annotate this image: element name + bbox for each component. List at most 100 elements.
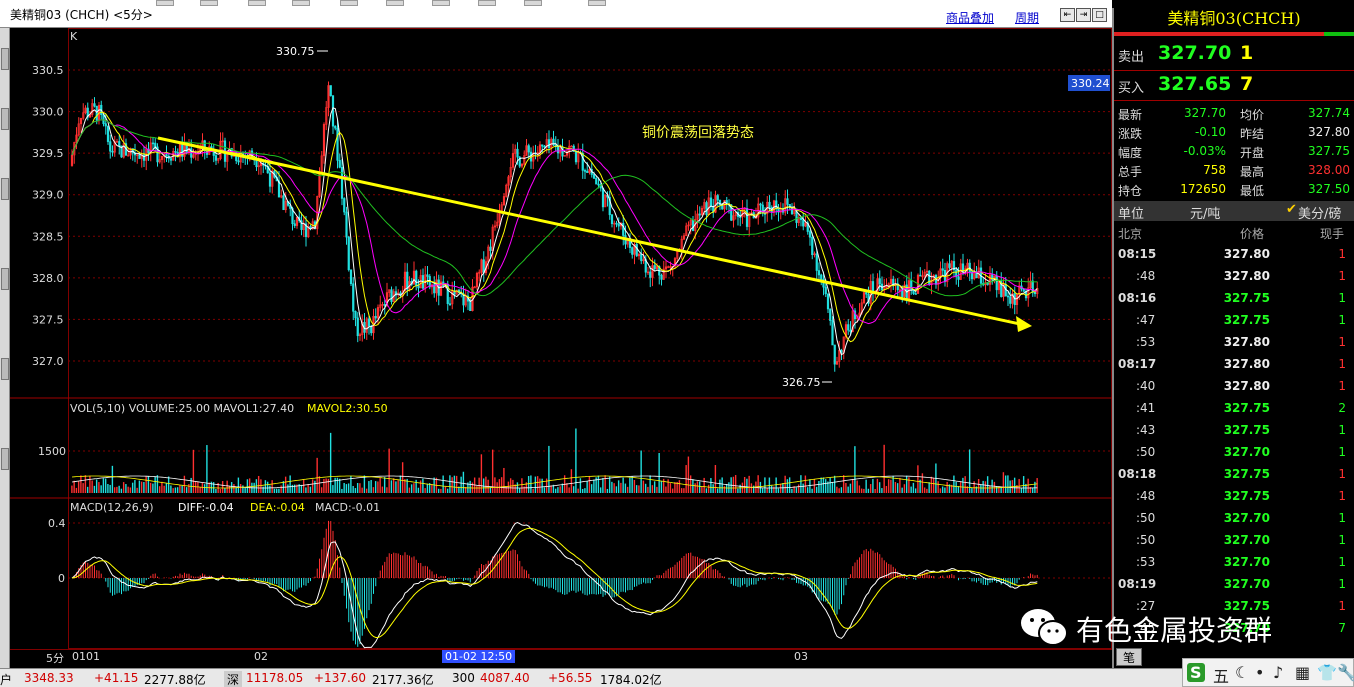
toolbar-stub-7[interactable] bbox=[432, 0, 450, 6]
volume-bar bbox=[644, 483, 647, 493]
volume-bar bbox=[797, 484, 800, 493]
volume-bar bbox=[829, 477, 831, 493]
sh-prefix: 户 bbox=[0, 673, 13, 687]
volume-bar bbox=[377, 481, 379, 493]
volume-bar bbox=[822, 477, 825, 493]
left-tab-1[interactable] bbox=[1, 48, 9, 70]
volume-bar bbox=[757, 475, 759, 493]
kline-chart-svg[interactable]: 330.5 330.0 329.5 329.0 328.5 328.0 327.5 327.0… bbox=[10, 28, 1112, 649]
nav-left-button[interactable]: ⇤ bbox=[1060, 8, 1075, 22]
volume-bar bbox=[914, 488, 917, 493]
candle-body bbox=[469, 300, 472, 312]
toolbar-stub-5[interactable] bbox=[340, 0, 358, 6]
trade-qty: 1 bbox=[1338, 357, 1346, 371]
candle-body bbox=[282, 195, 285, 211]
volume-bar bbox=[138, 480, 141, 493]
volume-bar bbox=[536, 476, 539, 493]
dot-icon[interactable]: • bbox=[1255, 663, 1264, 682]
unit-value[interactable]: 元/吨 bbox=[1190, 203, 1220, 222]
tab-bi[interactable]: 笔 bbox=[1116, 648, 1142, 666]
skin-icon[interactable]: 👕 bbox=[1317, 663, 1337, 682]
toolbar-stub-1[interactable] bbox=[156, 0, 174, 6]
volume-bar bbox=[136, 487, 138, 493]
volume-bar bbox=[863, 488, 865, 493]
candle-body bbox=[878, 278, 881, 285]
sz-label[interactable]: 深 bbox=[224, 671, 243, 687]
sogou-icon[interactable]: S bbox=[1187, 663, 1205, 682]
hs300-price: 4087.40 bbox=[480, 671, 530, 685]
volume-bar bbox=[658, 453, 660, 493]
moon-icon[interactable]: ☾ bbox=[1235, 663, 1249, 682]
sell-row[interactable]: 卖出 327.70 1 bbox=[1114, 40, 1354, 70]
volume-bar bbox=[674, 482, 676, 493]
volume-bar bbox=[480, 454, 483, 493]
volume-bar bbox=[973, 481, 975, 493]
buy-label: 买入 bbox=[1118, 81, 1145, 96]
time-label-0101: 0101 bbox=[72, 650, 100, 663]
overlay-commodity-link[interactable]: 商品叠加 bbox=[946, 9, 994, 26]
toolbar-stub-9[interactable] bbox=[524, 0, 542, 6]
volume-bar bbox=[534, 476, 537, 493]
volume-bar bbox=[372, 487, 375, 493]
volume-bar bbox=[228, 485, 231, 493]
hs300-label[interactable]: 300 bbox=[452, 671, 475, 685]
candle-body bbox=[214, 155, 218, 161]
volume-bar bbox=[320, 487, 323, 493]
volume-bar bbox=[426, 483, 429, 493]
low-price-label: 326.75 bbox=[782, 376, 821, 389]
volume-bar bbox=[111, 465, 114, 493]
volume-bar bbox=[316, 457, 318, 493]
toolbar-stub-8[interactable] bbox=[478, 0, 496, 6]
candle-body bbox=[255, 159, 258, 168]
buy-row[interactable]: 买入 327.65 7 bbox=[1114, 71, 1354, 101]
left-tab-2[interactable] bbox=[1, 108, 9, 130]
candle-body bbox=[775, 200, 778, 209]
stat-label: 昨结 bbox=[1240, 127, 1265, 141]
price-axis-label: 329.5 bbox=[32, 147, 64, 160]
volume-bar bbox=[383, 477, 386, 493]
volume-bar bbox=[944, 487, 946, 493]
trade-qty: 1 bbox=[1338, 445, 1346, 459]
volume-bar bbox=[633, 479, 636, 493]
toolbar-stub-2[interactable] bbox=[200, 0, 218, 6]
volume-bar bbox=[734, 475, 737, 493]
mic-icon[interactable]: ♪ bbox=[1273, 663, 1283, 682]
maximize-button[interactable]: □ bbox=[1092, 8, 1107, 22]
volume-bar bbox=[588, 475, 591, 493]
toolbar-stub-3[interactable] bbox=[248, 0, 266, 6]
volume-bar bbox=[181, 485, 183, 493]
volume-bar bbox=[921, 473, 924, 493]
toolbar-stub-4[interactable] bbox=[292, 0, 310, 6]
volume-bar bbox=[401, 462, 404, 493]
unit-alt[interactable]: 美分/磅 bbox=[1298, 203, 1341, 222]
candle-body bbox=[1033, 291, 1037, 295]
nav-right-button[interactable]: ⇥ bbox=[1076, 8, 1091, 22]
left-tab-5[interactable] bbox=[1, 358, 9, 380]
volume-bar bbox=[246, 479, 249, 493]
keyboard-icon[interactable]: ▦ bbox=[1295, 663, 1310, 682]
toolbar-stub-6[interactable] bbox=[386, 0, 404, 6]
stat-label: 最高 bbox=[1240, 165, 1265, 179]
wrench-icon[interactable]: 🔧 bbox=[1337, 663, 1354, 682]
trade-row: :53 327.80 1 bbox=[1114, 331, 1354, 353]
macd-lines bbox=[71, 521, 1038, 649]
toolbar-stub-10[interactable] bbox=[588, 0, 606, 6]
left-tab-4[interactable] bbox=[1, 268, 9, 290]
volume-bar bbox=[743, 477, 746, 493]
left-tab-6[interactable] bbox=[1, 448, 9, 470]
volume-bar bbox=[874, 488, 876, 493]
stat-value: 327.74 bbox=[1308, 106, 1350, 120]
volume-bar bbox=[100, 485, 102, 493]
stat-value: -0.10 bbox=[1194, 125, 1226, 139]
volume-bar bbox=[953, 475, 955, 493]
trade-qty: 1 bbox=[1338, 467, 1346, 481]
tray-wu[interactable]: 五 bbox=[1213, 663, 1229, 687]
kline-chart-area[interactable]: 330.5 330.0 329.5 329.0 328.5 328.0 327.5 327.0… bbox=[10, 28, 1112, 649]
volume-bar bbox=[381, 486, 384, 493]
left-tab-3[interactable] bbox=[1, 178, 9, 200]
period-link[interactable]: 周期 bbox=[1015, 9, 1039, 26]
volume-bar bbox=[158, 486, 161, 493]
volume-bar bbox=[352, 485, 354, 493]
volume-bar bbox=[500, 477, 503, 493]
volume-bar bbox=[687, 456, 690, 493]
